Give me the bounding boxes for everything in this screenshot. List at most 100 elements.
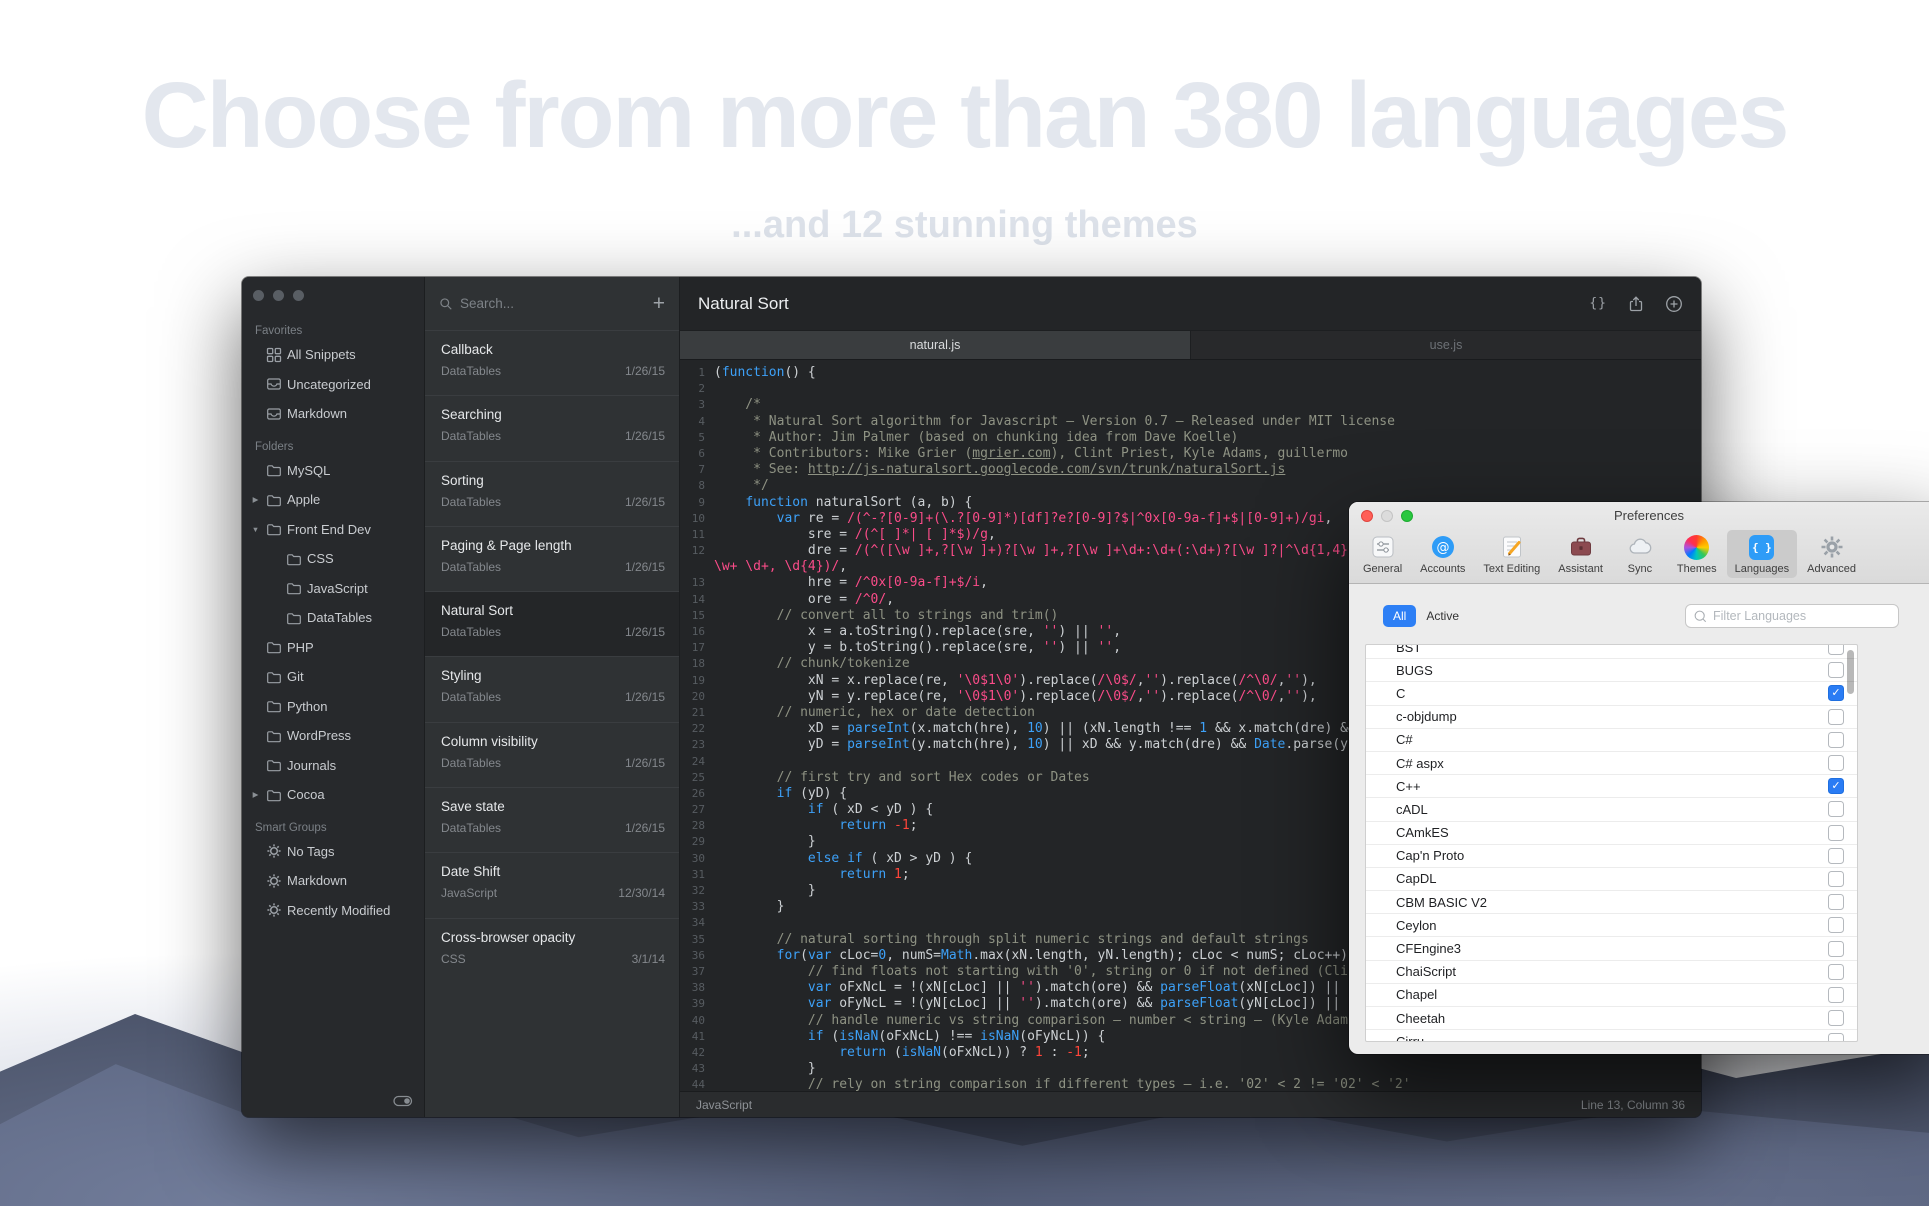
snippet-row[interactable]: Cross-browser opacityCSS3/1/14 (425, 918, 679, 983)
prefs-tab-advanced[interactable]: Advanced (1799, 530, 1864, 578)
language-table[interactable]: BSTBUGSC✓c-objdumpC#C# aspxC++✓cADLCAmkE… (1365, 644, 1858, 1042)
add-snippet-button[interactable]: + (653, 293, 665, 314)
snippet-row[interactable]: Paging & Page lengthDataTables1/26/15 (425, 526, 679, 591)
disclosure-right-icon[interactable]: ▶ (250, 790, 261, 799)
prefs-tab-sync[interactable]: Sync (1613, 530, 1667, 578)
language-row[interactable]: BST (1366, 644, 1857, 659)
share-icon[interactable] (1627, 295, 1645, 313)
snippet-search-bar[interactable]: Search... + (425, 277, 679, 330)
traffic-minimize-button[interactable] (273, 290, 284, 301)
language-checkbox[interactable] (1828, 871, 1844, 887)
language-checkbox[interactable] (1828, 732, 1844, 748)
language-row[interactable]: C# aspx (1366, 752, 1857, 775)
close-button[interactable] (1361, 510, 1373, 522)
language-checkbox[interactable] (1828, 662, 1844, 678)
sidebar-item-journals[interactable]: Journals (242, 751, 424, 781)
add-fragment-icon[interactable] (1665, 295, 1683, 313)
disclosure-down-icon[interactable]: ▼ (250, 525, 261, 534)
language-row[interactable]: Chapel (1366, 984, 1857, 1007)
sidebar-item-no-tags[interactable]: No Tags (242, 837, 424, 867)
snippet-row[interactable]: Date ShiftJavaScript12/30/14 (425, 852, 679, 917)
snippet-row[interactable]: Save stateDataTables1/26/15 (425, 787, 679, 852)
language-checkbox[interactable] (1828, 917, 1844, 933)
language-row[interactable]: Cap'n Proto (1366, 845, 1857, 868)
sidebar-item-uncategorized[interactable]: Uncategorized (242, 370, 424, 400)
language-checkbox[interactable] (1828, 848, 1844, 864)
language-row[interactable]: C# (1366, 729, 1857, 752)
snippet-row[interactable]: StylingDataTables1/26/15 (425, 656, 679, 721)
language-row[interactable]: c-objdump (1366, 706, 1857, 729)
tab-natural-js[interactable]: natural.js (680, 331, 1191, 359)
language-row[interactable]: Cheetah (1366, 1007, 1857, 1030)
language-row[interactable]: Ceylon (1366, 914, 1857, 937)
snippet-row[interactable]: Column visibilityDataTables1/26/15 (425, 722, 679, 787)
language-row[interactable]: C++✓ (1366, 775, 1857, 798)
language-row[interactable]: CAmkES (1366, 822, 1857, 845)
language-row[interactable]: BUGS (1366, 659, 1857, 682)
language-checkbox[interactable] (1828, 1010, 1844, 1026)
snippet-row[interactable]: SearchingDataTables1/26/15 (425, 395, 679, 460)
language-checkbox[interactable] (1828, 801, 1844, 817)
sidebar-item-git[interactable]: Git (242, 662, 424, 692)
sidebar-item-wordpress[interactable]: WordPress (242, 721, 424, 751)
sidebar-item-php[interactable]: PHP (242, 633, 424, 663)
language-row[interactable]: C✓ (1366, 682, 1857, 705)
sidebar-item-all-snippets[interactable]: All Snippets (242, 340, 424, 370)
filter-languages-field[interactable]: Filter Languages (1685, 604, 1899, 628)
snippet-date: 1/26/15 (625, 690, 665, 704)
prefs-tab-label: Accounts (1420, 563, 1465, 575)
language-row[interactable]: cADL (1366, 798, 1857, 821)
sidebar-item-mysql[interactable]: MySQL (242, 456, 424, 486)
language-checkbox[interactable] (1828, 964, 1844, 980)
snippet-row[interactable]: SortingDataTables1/26/15 (425, 461, 679, 526)
snippet-row[interactable]: Natural SortDataTables1/26/15 (425, 591, 679, 656)
code-braces-icon[interactable]: {} (1589, 296, 1607, 311)
sidebar-item-markdown[interactable]: Markdown (242, 866, 424, 896)
snippet-meta: DataTables1/26/15 (441, 690, 665, 704)
minimize-button[interactable] (1381, 510, 1393, 522)
sidebar-item-recently-modified[interactable]: Recently Modified (242, 896, 424, 926)
language-row[interactable]: CapDL (1366, 868, 1857, 891)
language-checkbox[interactable]: ✓ (1828, 685, 1844, 701)
snippet-title: Save state (441, 799, 665, 814)
language-checkbox[interactable] (1828, 941, 1844, 957)
traffic-zoom-button[interactable] (293, 290, 304, 301)
zoom-button[interactable] (1401, 510, 1413, 522)
sidebar-item-cocoa[interactable]: ▶Cocoa (242, 780, 424, 810)
language-checkbox[interactable] (1828, 644, 1844, 655)
sidebar-item-apple[interactable]: ▶Apple (242, 485, 424, 515)
prefs-tab-text-editing[interactable]: Text Editing (1475, 530, 1548, 578)
status-language[interactable]: JavaScript (696, 1098, 752, 1112)
language-checkbox[interactable] (1828, 987, 1844, 1003)
prefs-tab-assistant[interactable]: Assistant (1550, 530, 1611, 578)
prefs-tab-accounts[interactable]: @Accounts (1412, 530, 1473, 578)
language-row[interactable]: CBM BASIC V2 (1366, 891, 1857, 914)
sidebar-item-python[interactable]: Python (242, 692, 424, 722)
filter-active-segment[interactable]: Active (1416, 605, 1469, 627)
sidebar-item-javascript[interactable]: JavaScript (242, 574, 424, 604)
sidebar-item-front-end-dev[interactable]: ▼Front End Dev (242, 515, 424, 545)
scrollbar-thumb[interactable] (1847, 650, 1854, 694)
language-row[interactable]: Cirru (1366, 1030, 1857, 1042)
snippet-date: 1/26/15 (625, 495, 665, 509)
language-checkbox[interactable] (1828, 894, 1844, 910)
prefs-tab-themes[interactable]: Themes (1669, 530, 1725, 578)
prefs-tab-languages[interactable]: { }Languages (1727, 530, 1797, 578)
language-checkbox[interactable] (1828, 825, 1844, 841)
language-row[interactable]: ChaiScript (1366, 961, 1857, 984)
language-checkbox[interactable] (1828, 755, 1844, 771)
panel-toggle-button[interactable] (393, 1094, 413, 1108)
prefs-tab-general[interactable]: General (1355, 530, 1410, 578)
language-checkbox[interactable]: ✓ (1828, 778, 1844, 794)
tab-use-js[interactable]: use.js (1191, 331, 1701, 359)
language-checkbox[interactable] (1828, 709, 1844, 725)
traffic-close-button[interactable] (253, 290, 264, 301)
filter-all-segment[interactable]: All (1383, 605, 1416, 627)
snippet-row[interactable]: CallbackDataTables1/26/15 (425, 330, 679, 395)
language-row[interactable]: CFEngine3 (1366, 937, 1857, 960)
disclosure-right-icon[interactable]: ▶ (250, 495, 261, 504)
language-checkbox[interactable] (1828, 1033, 1844, 1042)
sidebar-item-markdown[interactable]: Markdown (242, 399, 424, 429)
sidebar-item-datatables[interactable]: DataTables (242, 603, 424, 633)
sidebar-item-css[interactable]: CSS (242, 544, 424, 574)
